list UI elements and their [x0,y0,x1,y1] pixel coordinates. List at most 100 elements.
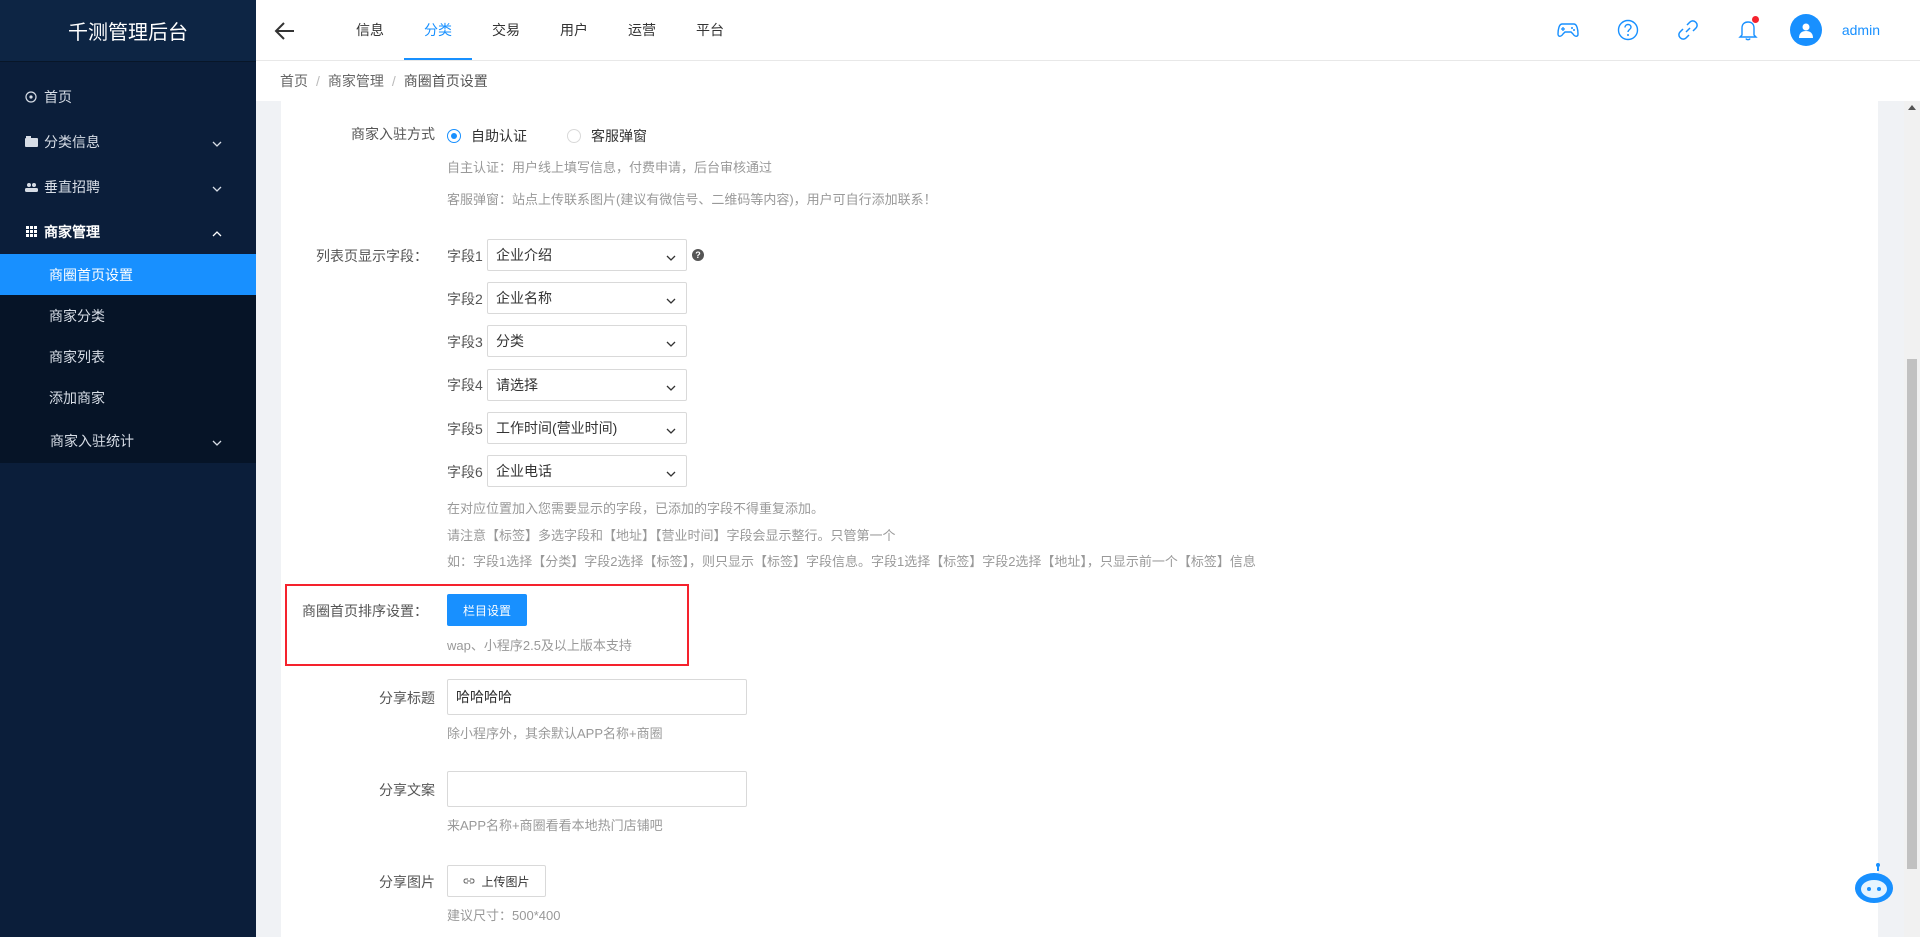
field-2-label: 字段2 [447,291,483,307]
field-3-label: 字段3 [447,334,483,350]
tab-operation[interactable]: 运营 [608,0,676,60]
question-icon[interactable]: ? [692,249,704,261]
grid-icon [24,225,38,239]
field-6-label: 字段6 [447,464,483,480]
share-title-input[interactable]: 哈哈哈哈 [447,679,747,715]
field-5-select[interactable]: 工作时间(营业时间) [487,412,687,444]
sidebar-subitem-add-merchant[interactable]: 添加商家 [0,377,256,418]
field-1-select[interactable]: 企业介绍 [487,239,687,271]
chevron-up-icon [212,224,222,240]
share-image-help: 建议尺寸：500*400 [447,908,561,923]
chevron-down-icon [666,423,676,439]
field-4-select[interactable]: 请选择 [487,369,687,401]
select-value: 企业名称 [496,290,552,306]
join-mode-help-2: 客服弹窗：站点上传联系图片(建议有微信号、二维码等内容)，用户可自行添加联系！ [447,192,937,207]
chevron-down-icon [212,179,222,195]
app-logo-title: 千测管理后台 [0,0,256,62]
radio-service-popup[interactable]: 客服弹窗 [567,126,647,146]
header-icons: admin [1520,0,1880,60]
scroll-thumb[interactable] [1907,359,1917,869]
share-text-help: 来APP名称+商圈看看本地热门店铺吧 [447,818,663,833]
sidebar-item-merchant[interactable]: 商家管理 [0,209,256,254]
sidebar-item-label: 商家管理 [44,223,100,240]
tab-user[interactable]: 用户 [540,0,608,60]
help-circle-icon[interactable] [1616,18,1640,42]
back-arrow-icon[interactable] [274,20,298,44]
list-fields-help-3: 如：字段1选择【分类】字段2选择【标签】，则只显示【标签】字段信息。字段1选择【… [447,554,1256,569]
radio-label: 自助认证 [471,128,527,144]
link-icon [463,878,475,884]
breadcrumb-separator: / [316,73,320,89]
tab-info[interactable]: 信息 [336,0,404,60]
avatar[interactable] [1789,14,1822,46]
breadcrumb-item-merchant[interactable]: 商家管理 [328,71,384,91]
breadcrumb: 首页 / 商家管理 / 商圈首页设置 [256,61,1920,101]
join-mode-label: 商家入驻方式 [351,126,435,142]
bell-icon[interactable] [1736,16,1760,42]
sidebar-subitem-merchant-category[interactable]: 商家分类 [0,295,256,336]
people-icon [24,180,38,194]
share-title-help: 除小程序外，其余默认APP名称+商圈 [447,726,663,741]
chat-bot-icon[interactable] [1852,862,1896,906]
upload-image-button[interactable]: 上传图片 [447,865,546,897]
select-value: 企业电话 [496,463,552,479]
chevron-down-icon [666,293,676,309]
sidebar: 千测管理后台 首页 分类信息 垂直招聘 商家管理 商圈首页设置 商家分类 商家列… [0,0,256,937]
share-title-label: 分享标题 [379,690,435,706]
radio-label: 客服弹窗 [591,128,647,144]
sort-settings-help: wap、小程序2.5及以上版本支持 [447,638,632,653]
sidebar-subitem-join-stats[interactable]: 商家入驻统计 [0,418,256,463]
folder-icon [24,135,38,149]
side-menu: 首页 分类信息 垂直招聘 商家管理 商圈首页设置 商家分类 商家列表 添加商家 … [0,62,256,463]
sidebar-item-category-info[interactable]: 分类信息 [0,119,256,164]
join-mode-help-1: 自主认证：用户线上填写信息，付费申请，后台审核通过 [447,160,773,175]
share-text-label: 分享文案 [379,782,435,798]
field-2-select[interactable]: 企业名称 [487,282,687,314]
share-text-input[interactable] [447,771,747,807]
top-header: 信息 分类 交易 用户 运营 平台 admin [256,0,1920,61]
user-name[interactable]: admin [1842,22,1880,38]
home-icon [24,90,38,104]
upload-image-label: 上传图片 [481,874,530,889]
select-value: 请选择 [496,377,538,393]
tab-platform[interactable]: 平台 [676,0,744,60]
chevron-down-icon [666,466,676,482]
field-6-select[interactable]: 企业电话 [487,455,687,487]
notification-dot [1751,16,1759,23]
link-icon[interactable] [1676,18,1700,42]
field-4-label: 字段4 [447,377,483,393]
radio-circle [447,129,461,143]
sidebar-item-label: 分类信息 [44,133,100,150]
list-fields-label: 列表页显示字段： [316,248,428,264]
gamepad-icon[interactable] [1556,18,1580,42]
chevron-down-icon [212,433,222,449]
field-1-label: 字段1 [447,248,483,264]
share-image-label: 分享图片 [379,874,435,890]
select-value: 分类 [496,333,524,349]
sidebar-subitem-home-settings[interactable]: 商圈首页设置 [0,254,256,295]
select-value: 工作时间(营业时间) [496,420,618,436]
sidebar-item-label: 商家入驻统计 [50,432,134,449]
sidebar-item-home[interactable]: 首页 [0,74,256,119]
sidebar-item-label: 首页 [44,88,72,105]
tab-category[interactable]: 分类 [404,0,472,60]
breadcrumb-item-home[interactable]: 首页 [280,71,308,91]
list-fields-help-2: 请注意【标签】多选字段和【地址】【营业时间】字段会显示整行。只管第一个 [447,528,896,543]
scrollbar[interactable] [1904,101,1920,937]
sidebar-item-recruit[interactable]: 垂直招聘 [0,164,256,209]
field-5-label: 字段5 [447,421,483,437]
chevron-down-icon [666,336,676,352]
select-value: 企业介绍 [496,247,552,263]
column-settings-button[interactable]: 栏目设置 [447,594,527,626]
radio-self-auth[interactable]: 自助认证 [447,126,527,146]
chevron-down-icon [666,250,676,266]
sort-settings-label: 商圈首页排序设置： [302,603,428,619]
field-3-select[interactable]: 分类 [487,325,687,357]
scroll-up-arrow-icon[interactable] [1908,105,1916,110]
breadcrumb-item-current: 商圈首页设置 [403,73,488,89]
tab-trade[interactable]: 交易 [472,0,540,60]
main-panel [281,101,1878,937]
chevron-down-icon [212,134,222,150]
sub-menu-merchant: 商圈首页设置 商家分类 商家列表 添加商家 商家入驻统计 [0,254,256,463]
sidebar-subitem-merchant-list[interactable]: 商家列表 [0,336,256,377]
